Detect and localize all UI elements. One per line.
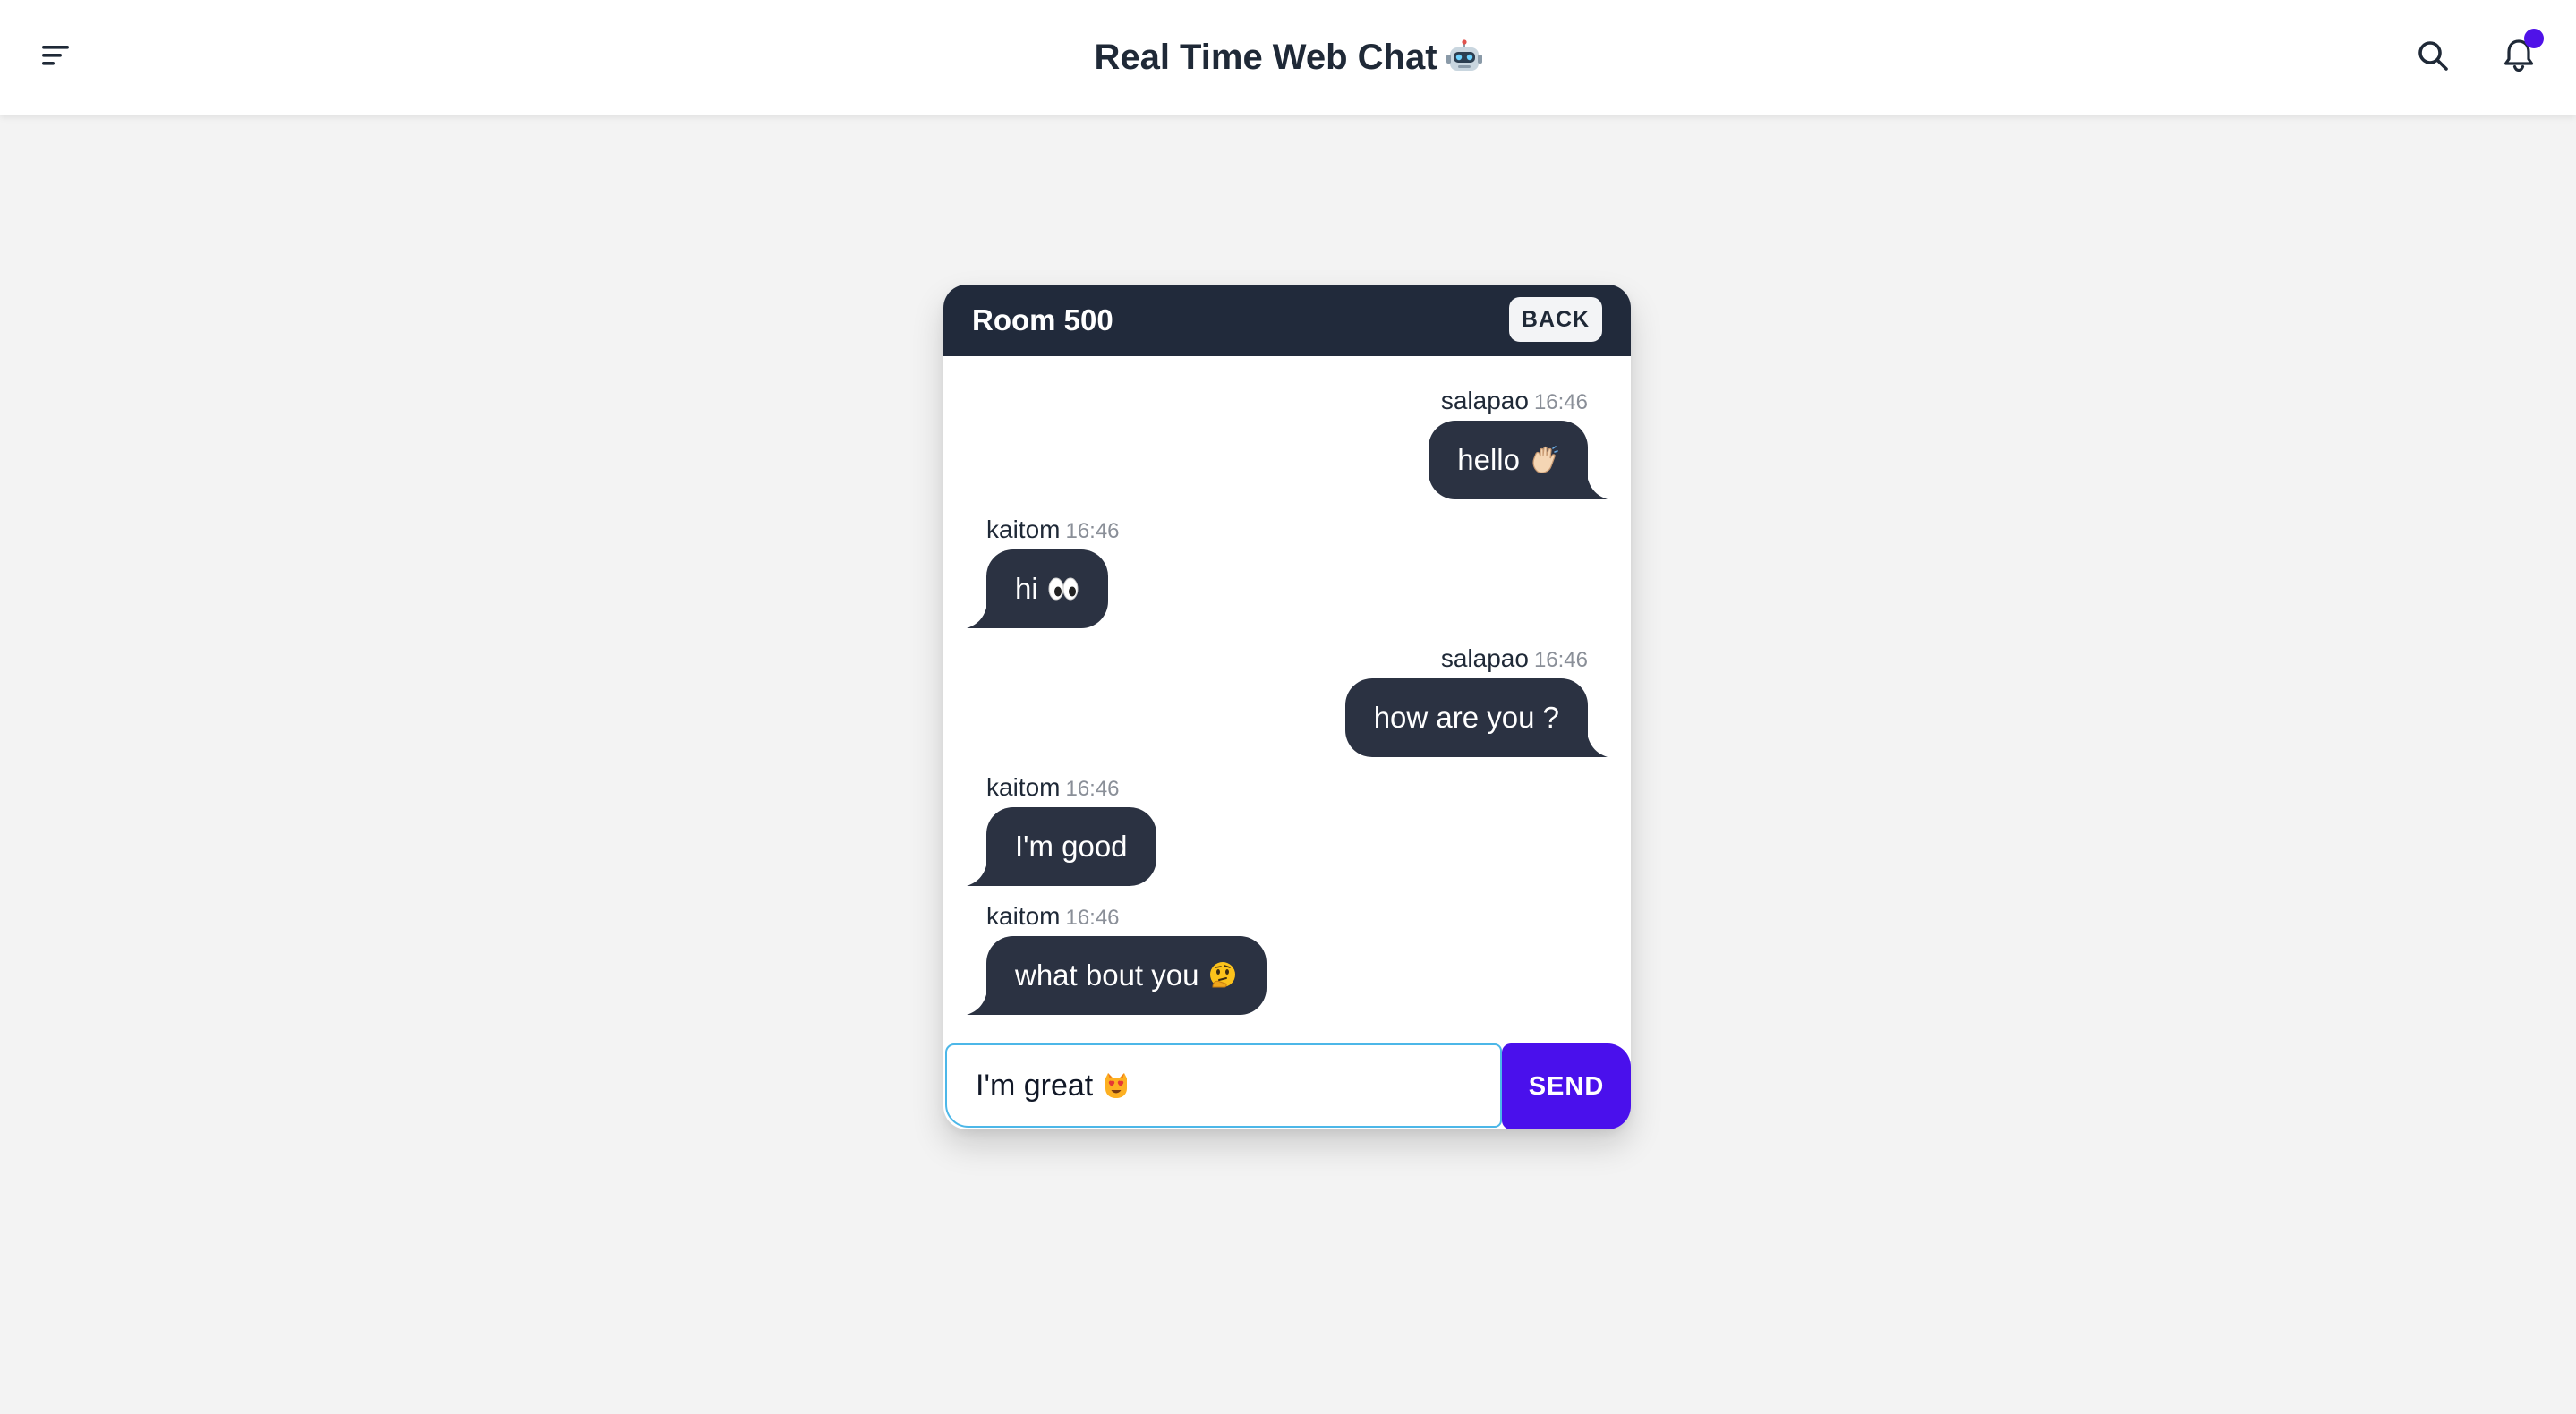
message-text: how are you ?	[1373, 701, 1559, 734]
message-time: 16:46	[1533, 648, 1588, 672]
page-title-text: Real Time Web Chat	[1094, 37, 1437, 77]
thinking-face-emoji-icon	[1207, 960, 1238, 991]
heart-eyes-cat-emoji-icon	[1102, 1071, 1130, 1100]
message-time: 16:46	[1065, 777, 1120, 801]
message-bubble: how are you ?	[1344, 678, 1608, 757]
bubble-tail	[1586, 727, 1608, 757]
message-text: what bout you	[1015, 958, 1199, 992]
message-meta: salapao 16:46	[1441, 385, 1588, 417]
message-item: salapao 16:46 hello	[968, 385, 1608, 499]
notifications-button[interactable]	[2483, 21, 2555, 93]
message-bubble: what bout you	[967, 936, 1267, 1015]
notification-badge	[2524, 29, 2544, 48]
message-time: 16:46	[1533, 390, 1588, 414]
message-sender: kaitom	[986, 902, 1061, 930]
search-icon	[2415, 38, 2451, 78]
message-text: hi	[1015, 572, 1038, 605]
send-button[interactable]: SEND	[1502, 1043, 1631, 1129]
bubble-tail	[1586, 469, 1608, 499]
message-list[interactable]: salapao 16:46 hello kaitom 16:46 hi sala…	[943, 356, 1631, 1060]
message-item: kaitom 16:46 hi	[967, 514, 1588, 628]
message-sender: salapao	[1440, 387, 1529, 414]
chat-room-header: Room 500 BACK	[943, 285, 1631, 356]
chat-room-card: Room 500 BACK salapao 16:46 hello kaitom…	[943, 285, 1631, 1129]
room-title: Room 500	[972, 303, 1113, 336]
message-bubble: hi	[967, 549, 1108, 628]
message-text: hello	[1457, 443, 1520, 476]
menu-button[interactable]	[20, 21, 91, 93]
message-text: I'm good	[1015, 830, 1128, 863]
eyes-emoji-icon	[1047, 575, 1079, 602]
menu-icon	[40, 42, 71, 73]
message-bubble: I'm good	[967, 807, 1156, 886]
message-input-value: I'm great	[976, 1068, 1094, 1103]
bubble-tail	[967, 598, 988, 628]
top-navbar: Real Time Web Chat	[0, 0, 2576, 115]
page-title: Real Time Web Chat	[0, 0, 2576, 115]
message-sender: kaitom	[986, 515, 1061, 543]
message-meta: salapao 16:46	[1441, 643, 1588, 675]
message-sender: salapao	[1440, 644, 1529, 672]
search-button[interactable]	[2397, 21, 2469, 93]
waving-hand-emoji-icon	[1529, 445, 1559, 475]
message-time: 16:46	[1065, 906, 1120, 930]
message-time: 16:46	[1065, 519, 1120, 543]
message-meta: kaitom 16:46	[986, 900, 1120, 933]
message-input[interactable]: I'm great	[945, 1043, 1502, 1128]
message-meta: kaitom 16:46	[986, 514, 1120, 546]
message-item: salapao 16:46 how are you ?	[968, 643, 1608, 757]
message-item: kaitom 16:46 what bout you	[967, 900, 1588, 1015]
message-meta: kaitom 16:46	[986, 771, 1120, 804]
bubble-tail	[967, 984, 988, 1015]
message-bubble: hello	[1429, 421, 1608, 499]
robot-emoji-icon	[1446, 39, 1482, 75]
back-button[interactable]: BACK	[1509, 297, 1602, 342]
message-sender: kaitom	[986, 773, 1061, 801]
bubble-tail	[967, 856, 988, 886]
message-item: kaitom 16:46 I'm good	[967, 771, 1588, 886]
